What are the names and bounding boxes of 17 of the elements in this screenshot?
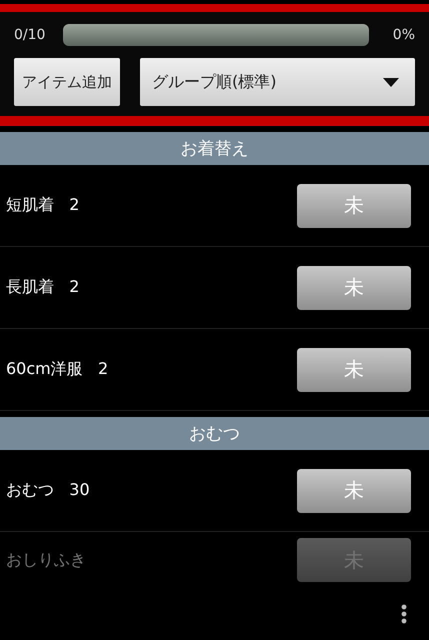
status-button[interactable]: 未	[297, 348, 411, 392]
sort-dropdown[interactable]: グループ順(標準)	[140, 58, 415, 106]
progress-count: 0/10	[14, 27, 46, 43]
status-button[interactable]: 未	[297, 468, 411, 512]
item-name: 60cm洋服 2	[6, 359, 108, 380]
item-name: 長肌着 2	[6, 277, 80, 298]
item-name: おしりふき	[6, 550, 86, 570]
add-item-button[interactable]: アイテム追加	[14, 58, 120, 106]
progress-percent: 0%	[392, 27, 415, 43]
group-header: おむつ	[0, 417, 429, 450]
status-button[interactable]: 未	[297, 184, 411, 228]
status-button[interactable]: 未	[297, 266, 411, 310]
caret-icon	[383, 78, 399, 86]
group-header: お着替え	[0, 132, 429, 165]
more-options-icon[interactable]	[401, 604, 407, 624]
item-name: 短肌着 2	[6, 195, 80, 216]
item-name: おむつ 30	[6, 480, 90, 501]
